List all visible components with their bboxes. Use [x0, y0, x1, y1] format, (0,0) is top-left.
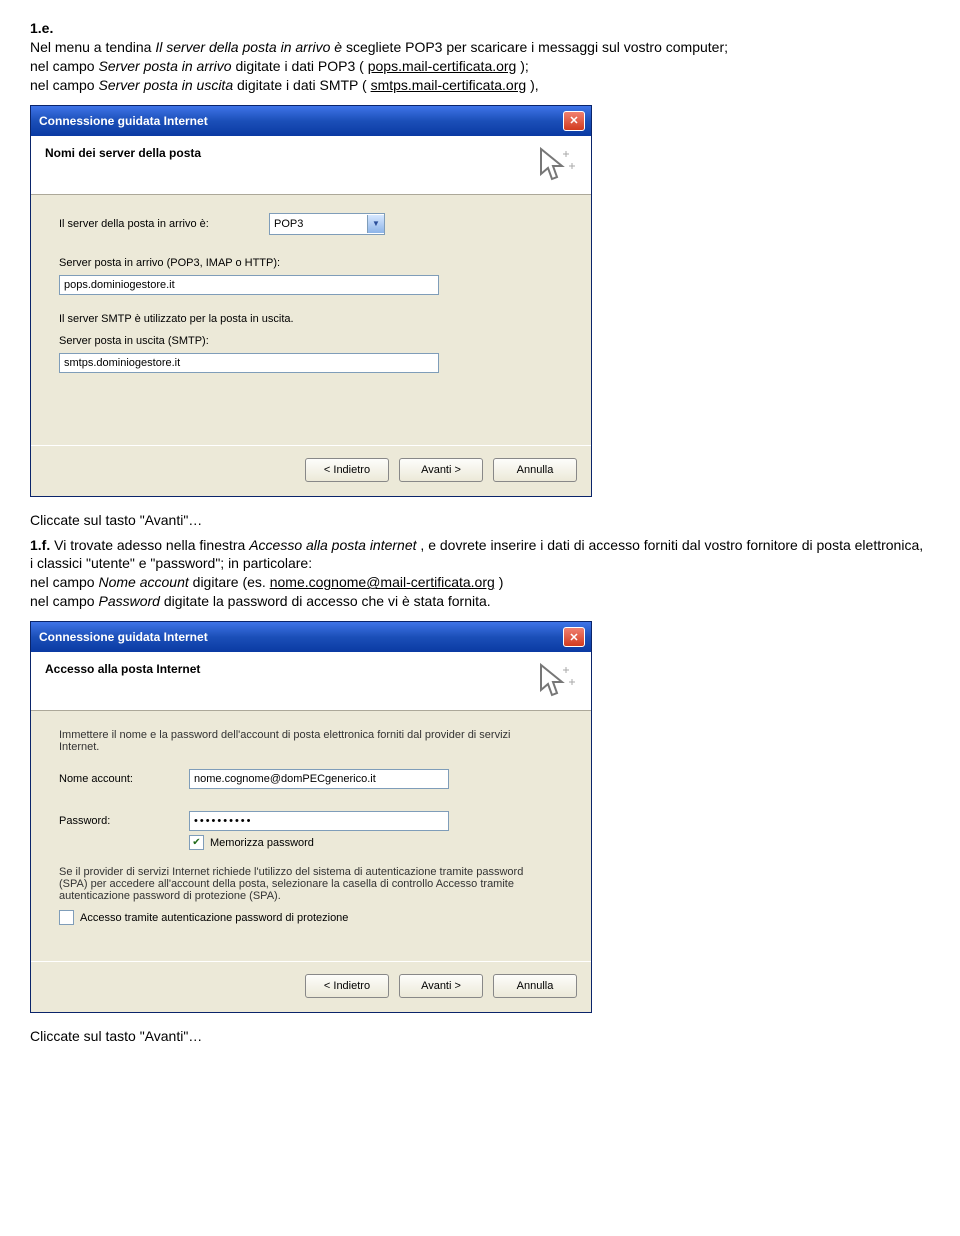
titlebar: Connessione guidata Internet ✕: [31, 106, 591, 136]
text: Nel menu a tendina: [30, 39, 155, 55]
account-name-input[interactable]: nome.cognome@domPECgenerico.it: [189, 769, 449, 789]
label-server-type: Il server della posta in arrivo è:: [59, 218, 269, 230]
window-title: Connessione guidata Internet: [39, 630, 208, 644]
input-value: ••••••••••: [194, 815, 253, 827]
cancel-button[interactable]: Annulla: [493, 974, 577, 998]
remember-password-checkbox[interactable]: ✔: [189, 835, 204, 850]
label-password: Password:: [59, 815, 189, 827]
input-value: smtps.dominiogestore.it: [64, 357, 180, 369]
text-italic: Server posta in uscita: [98, 77, 233, 93]
text-italic: Il server della posta in arrivo è: [155, 39, 342, 55]
smtp-info-text: Il server SMTP è utilizzato per la posta…: [59, 313, 563, 325]
incoming-server-input[interactable]: pops.dominiogestore.it: [59, 275, 439, 295]
section-1f-number: 1.f.: [30, 537, 50, 553]
next-button[interactable]: Avanti >: [399, 974, 483, 998]
input-value: pops.dominiogestore.it: [64, 279, 175, 291]
dialog-body: Immettere il nome e la password dell'acc…: [31, 711, 591, 961]
banner-title: Accesso alla posta Internet: [45, 662, 200, 676]
close-icon[interactable]: ✕: [563, 111, 585, 131]
click-avanti-text-2: Cliccate sul tasto "Avanti"…: [30, 1027, 930, 1046]
text: );: [520, 58, 529, 74]
text-italic: Nome account: [98, 574, 188, 590]
text: Vi trovate adesso nella finestra: [54, 537, 249, 553]
cursor-icon: [535, 146, 577, 186]
text-italic: Password: [98, 593, 159, 609]
back-button[interactable]: < Indietro: [305, 458, 389, 482]
banner: Nomi dei server della posta: [31, 136, 591, 195]
text-italic: Server posta in arrivo: [98, 58, 231, 74]
banner-title: Nomi dei server della posta: [45, 146, 201, 160]
text-italic: Accesso alla posta internet: [249, 537, 416, 553]
section-1e-para: Nel menu a tendina Il server della posta…: [30, 38, 930, 95]
select-value: POP3: [274, 218, 303, 230]
password-input[interactable]: ••••••••••: [189, 811, 449, 831]
text: ): [499, 574, 504, 590]
click-avanti-text-1: Cliccate sul tasto "Avanti"…: [30, 511, 930, 530]
cursor-icon: [535, 662, 577, 702]
text: digitate i dati SMTP (: [237, 77, 367, 93]
chevron-down-icon[interactable]: ▼: [367, 215, 384, 233]
dialog-internet-access: Connessione guidata Internet ✕ Accesso a…: [30, 621, 592, 1013]
label-outgoing-server: Server posta in uscita (SMTP):: [59, 335, 563, 347]
spa-checkbox-label: Accesso tramite autenticazione password …: [80, 912, 348, 924]
text: nel campo: [30, 593, 98, 609]
server-type-select[interactable]: POP3 ▼: [269, 213, 385, 235]
link-pops: pops.mail-certificata.org: [368, 58, 517, 74]
label-account-name: Nome account:: [59, 773, 189, 785]
spa-checkbox[interactable]: [59, 910, 74, 925]
outgoing-server-input[interactable]: smtps.dominiogestore.it: [59, 353, 439, 373]
text: nel campo: [30, 58, 98, 74]
back-button[interactable]: < Indietro: [305, 974, 389, 998]
button-row: < Indietro Avanti > Annulla: [31, 445, 591, 496]
close-icon[interactable]: ✕: [563, 627, 585, 647]
button-row: < Indietro Avanti > Annulla: [31, 961, 591, 1012]
link-smtps: smtps.mail-certificata.org: [371, 77, 527, 93]
next-button[interactable]: Avanti >: [399, 458, 483, 482]
remember-password-label: Memorizza password: [210, 837, 314, 849]
banner: Accesso alla posta Internet: [31, 652, 591, 711]
text: scegliete POP3 per scaricare i messaggi …: [346, 39, 728, 55]
window-title: Connessione guidata Internet: [39, 114, 208, 128]
link-account-example: nome.cognome@mail-certificata.org: [270, 574, 495, 590]
intro-text: Immettere il nome e la password dell'acc…: [59, 729, 529, 753]
text: nel campo: [30, 77, 98, 93]
dialog-server-names: Connessione guidata Internet ✕ Nomi dei …: [30, 105, 592, 497]
text: nel campo: [30, 574, 98, 590]
section-1e-number: 1.e.: [30, 20, 930, 36]
dialog-body: Il server della posta in arrivo è: POP3 …: [31, 195, 591, 445]
titlebar: Connessione guidata Internet ✕: [31, 622, 591, 652]
spa-info-text: Se il provider di servizi Internet richi…: [59, 866, 549, 902]
text: digitate la password di accesso che vi è…: [164, 593, 491, 609]
cancel-button[interactable]: Annulla: [493, 458, 577, 482]
text: ),: [530, 77, 539, 93]
label-incoming-server: Server posta in arrivo (POP3, IMAP o HTT…: [59, 257, 563, 269]
section-1f-para: 1.f. Vi trovate adesso nella finestra Ac…: [30, 536, 930, 612]
text: digitate i dati POP3 (: [235, 58, 367, 74]
input-value: nome.cognome@domPECgenerico.it: [194, 773, 376, 785]
text: digitare (es.: [193, 574, 270, 590]
